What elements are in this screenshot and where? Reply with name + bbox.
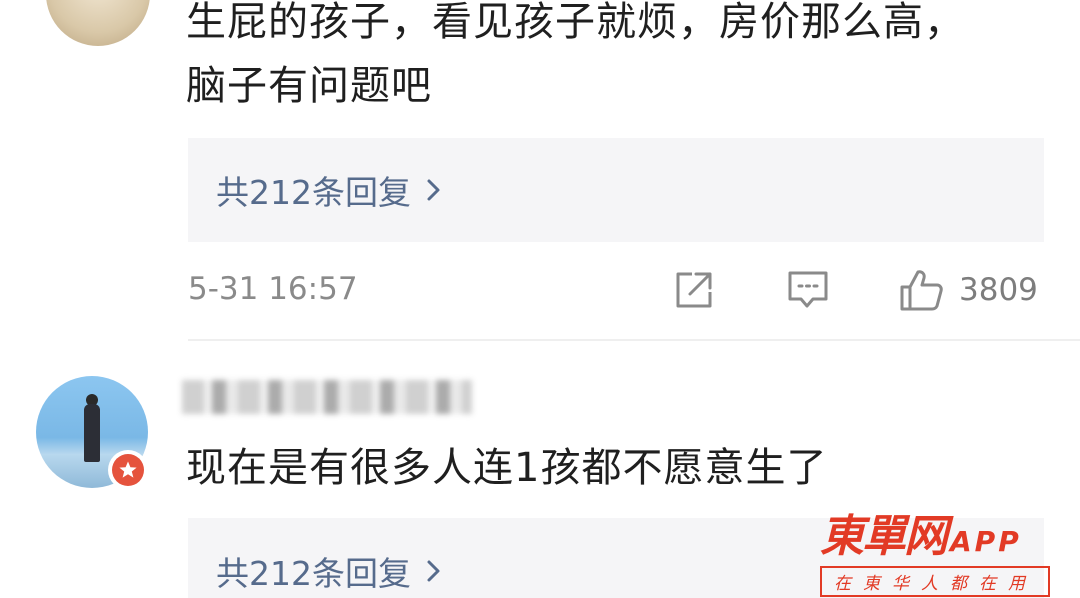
share-icon[interactable] bbox=[672, 268, 716, 312]
like-count: 3809 bbox=[959, 272, 1038, 308]
comment-line: 脑子有问题吧 bbox=[186, 63, 432, 109]
thumbs-up-icon bbox=[900, 270, 943, 311]
comment-icon[interactable] bbox=[785, 268, 831, 312]
like-button[interactable]: 3809 bbox=[897, 266, 1038, 314]
chevron-right-icon bbox=[427, 560, 440, 582]
comment-text: 生屁的孩子，看见孩子就烦，房价那么高， 脑子有问题吧 bbox=[186, 0, 965, 118]
chevron-right-icon bbox=[427, 179, 440, 201]
comment-text: 现在是有很多人连1孩都不愿意生了 bbox=[186, 445, 828, 491]
avatar[interactable] bbox=[46, 0, 150, 46]
username-redacted bbox=[182, 380, 472, 414]
star-badge-icon bbox=[119, 461, 137, 478]
divider bbox=[188, 339, 1080, 341]
watermark-logo: 東單网 APP 在東华人都在用 bbox=[820, 500, 1076, 597]
replies-count-label: 共212条回复 bbox=[216, 554, 411, 593]
comment-line: 生屁的孩子，看见孩子就烦，房价那么高， bbox=[186, 0, 965, 45]
view-replies-link[interactable]: 共212条回复 bbox=[216, 166, 443, 214]
replies-count-label: 共212条回复 bbox=[216, 173, 411, 212]
comment-timestamp: 5-31 16:57 bbox=[188, 271, 358, 307]
view-replies-link[interactable]: 共212条回复 bbox=[216, 547, 443, 595]
watermark-tagline: 在東华人都在用 bbox=[820, 566, 1050, 597]
watermark-app: APP bbox=[950, 525, 1022, 558]
watermark-brand: 東單网 bbox=[820, 511, 948, 562]
verified-badge bbox=[108, 450, 148, 490]
